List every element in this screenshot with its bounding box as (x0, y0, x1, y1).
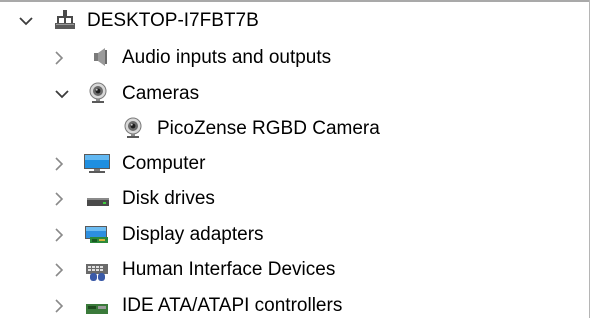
tree-node-label: Human Interface Devices (122, 259, 336, 280)
chevron-right-icon[interactable] (50, 48, 68, 68)
tree-node-display-adapters[interactable]: Display adapters (0, 218, 589, 252)
tree-node-camera-device[interactable]: PicoZense RGBD Camera (0, 112, 589, 146)
tree-node-audio[interactable]: Audio inputs and outputs (0, 41, 589, 75)
speaker-icon (90, 46, 112, 68)
chevron-down-icon[interactable] (17, 11, 35, 31)
display-adapter-icon (84, 223, 108, 245)
chevron-down-icon[interactable] (53, 84, 71, 104)
tree-node-label: PicoZense RGBD Camera (157, 118, 380, 139)
tree-node-computer[interactable]: Computer (0, 147, 589, 181)
tree-node-hid[interactable]: Human Interface Devices (0, 253, 589, 287)
computer-network-icon (54, 9, 76, 31)
device-tree: DESKTOP-I7FBT7B Audio inputs and outputs (0, 0, 589, 318)
hid-icon (84, 258, 108, 281)
disk-drive-icon (86, 187, 109, 209)
webcam-icon (122, 117, 144, 139)
ide-controller-icon (84, 294, 108, 316)
chevron-right-icon[interactable] (50, 260, 68, 280)
tree-node-label: Audio inputs and outputs (122, 47, 332, 68)
chevron-right-icon[interactable] (50, 225, 68, 245)
monitor-icon (83, 152, 110, 174)
tree-node-label: DESKTOP-I7FBT7B (87, 10, 259, 31)
chevron-right-icon[interactable] (50, 296, 68, 316)
tree-node-disk-drives[interactable]: Disk drives (0, 182, 589, 216)
tree-node-label: Cameras (122, 83, 200, 104)
tree-node-root[interactable]: DESKTOP-I7FBT7B (0, 4, 589, 38)
chevron-right-icon[interactable] (50, 189, 68, 209)
tree-node-label: IDE ATA/ATAPI controllers (122, 295, 343, 316)
webcam-icon (87, 82, 109, 104)
tree-node-label: Disk drives (122, 188, 215, 209)
tree-node-label: Display adapters (122, 224, 264, 245)
tree-node-label: Computer (122, 153, 206, 174)
chevron-right-icon[interactable] (50, 154, 68, 174)
tree-node-cameras[interactable]: Cameras (0, 77, 589, 111)
